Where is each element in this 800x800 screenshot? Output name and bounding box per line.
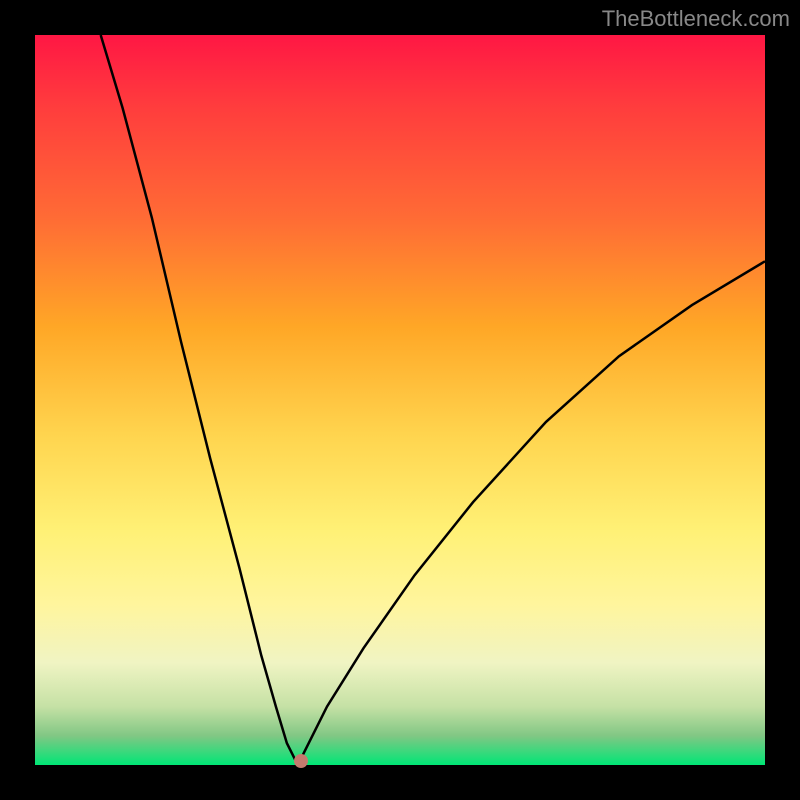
minimum-marker bbox=[294, 754, 308, 768]
chart-frame bbox=[0, 0, 800, 800]
plot-area bbox=[35, 35, 765, 765]
curve-svg bbox=[35, 35, 765, 765]
watermark: TheBottleneck.com bbox=[602, 6, 790, 32]
bottleneck-curve bbox=[101, 35, 765, 765]
